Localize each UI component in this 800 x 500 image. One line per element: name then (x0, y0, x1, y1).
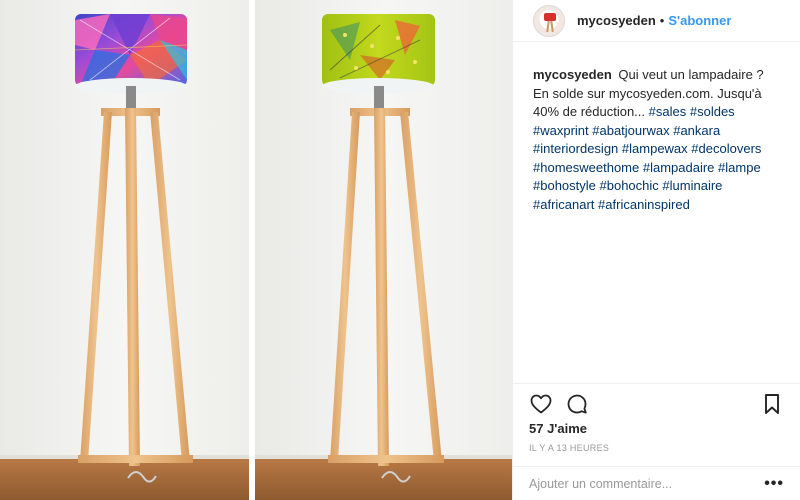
likes-count[interactable]: 57 J'aime (529, 421, 587, 436)
comment-bubble-icon[interactable] (565, 392, 589, 416)
heart-icon[interactable] (529, 392, 553, 416)
hashtag-link[interactable]: #luminaire (662, 178, 722, 193)
hashtag-link[interactable]: #abatjourwax (592, 123, 669, 138)
avatar[interactable] (533, 4, 565, 37)
header-separator: • (659, 13, 665, 28)
hashtag-link[interactable]: #soldes (690, 104, 735, 119)
post-header: mycosyeden • S'abonner (513, 0, 800, 42)
right-lamp-photo (255, 0, 512, 500)
hashtag-link[interactable]: #homesweethome (533, 160, 639, 175)
hashtag-link[interactable]: #bohostyle (533, 178, 596, 193)
hashtag-link[interactable]: #ankara (673, 123, 720, 138)
comment-input[interactable] (529, 476, 765, 491)
hashtag-link[interactable]: #africaninspired (598, 197, 690, 212)
post-caption: mycosyeden Qui veut un lampadaire ? En s… (513, 42, 800, 214)
post-side-panel: mycosyeden • S'abonner mycosyeden Qui ve… (512, 0, 800, 500)
hashtag-link[interactable]: #waxprint (533, 123, 589, 138)
caption-hashtags: #sales #soldes #waxprint #abatjourwax #a… (533, 104, 761, 212)
post-image[interactable] (0, 0, 512, 500)
left-lampshade (74, 14, 188, 94)
hashtag-link[interactable]: #lampadaire (643, 160, 715, 175)
comment-bar: ••• (513, 466, 800, 500)
header-username-link[interactable]: mycosyeden (577, 13, 656, 28)
hashtag-link[interactable]: #decolovers (691, 141, 761, 156)
right-lampshade (322, 14, 435, 94)
post-actions (513, 383, 800, 416)
hashtag-link[interactable]: #lampewax (622, 141, 688, 156)
hashtag-link[interactable]: #sales (649, 104, 687, 119)
left-lamp-photo (0, 0, 249, 500)
bookmark-icon[interactable] (760, 392, 784, 416)
lamps-photo (0, 0, 512, 500)
hashtag-link[interactable]: #africanart (533, 197, 594, 212)
hashtag-link[interactable]: #interiordesign (533, 141, 618, 156)
follow-button[interactable]: S'abonner (668, 13, 731, 28)
more-options-icon[interactable]: ••• (764, 475, 784, 493)
hashtag-link[interactable]: #lampe (718, 160, 761, 175)
caption-username-link[interactable]: mycosyeden (533, 67, 612, 82)
hashtag-link[interactable]: #bohochic (600, 178, 659, 193)
post-timestamp: IL Y A 13 HEURES (529, 443, 610, 453)
